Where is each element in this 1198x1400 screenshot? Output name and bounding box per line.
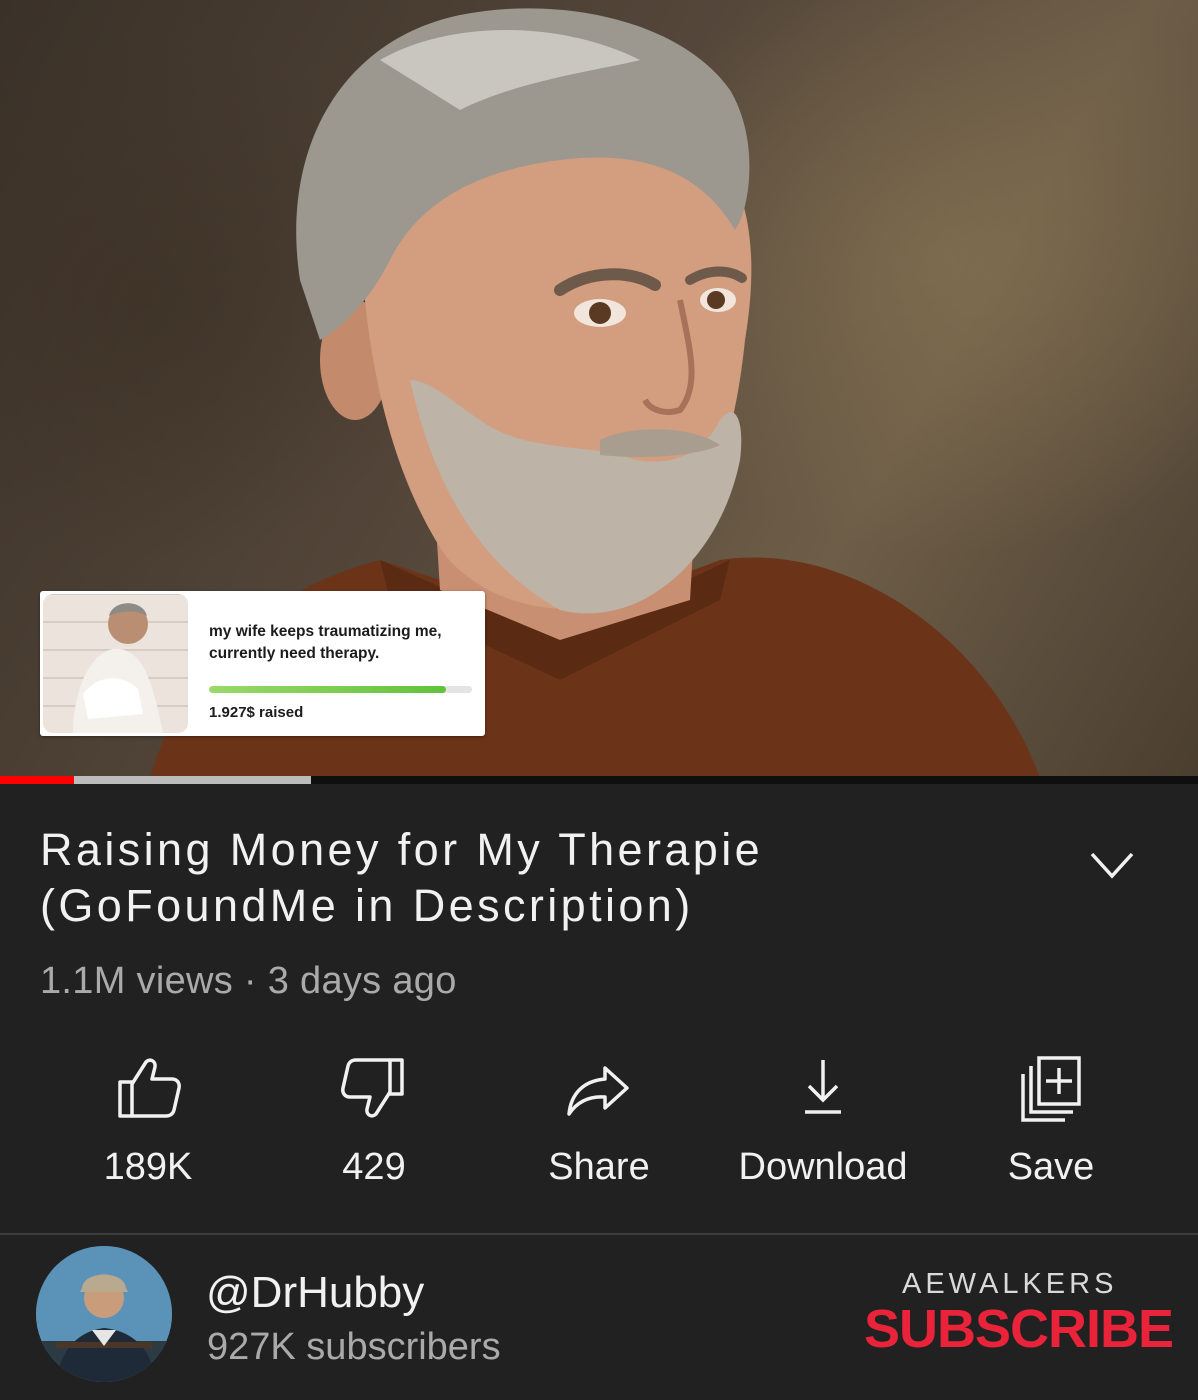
fundraiser-overlay-card[interactable]: my wife keeps traumatizing me, currently… <box>40 591 485 736</box>
download-label: Download <box>738 1146 908 1188</box>
channel-name[interactable]: @DrHubby <box>206 1268 424 1318</box>
fundraiser-progress-bar <box>209 686 472 693</box>
save-button[interactable]: Save <box>946 1048 1156 1198</box>
add-to-playlist-icon <box>1021 1056 1081 1122</box>
avatar-photo <box>36 1246 172 1382</box>
share-label: Share <box>548 1146 650 1188</box>
save-label: Save <box>1007 1146 1095 1188</box>
video-player[interactable]: my wife keeps traumatizing me, currently… <box>0 0 1198 778</box>
video-title[interactable]: Raising Money for My Therapie (GoFoundMe… <box>40 822 1060 934</box>
subscriber-count: 927K subscribers <box>207 1326 501 1368</box>
video-meta: 1.1M views · 3 days ago <box>40 960 457 1002</box>
video-progress-bar[interactable] <box>0 776 1198 784</box>
subscribe-button[interactable]: SUBSCRIBE <box>864 1298 1174 1360</box>
divider <box>0 1233 1198 1235</box>
channel-avatar[interactable] <box>36 1246 172 1382</box>
progress-played <box>0 776 75 784</box>
thumb-down-icon <box>341 1058 404 1118</box>
action-bar: 189K 429 Share Download Save <box>0 1048 1198 1198</box>
fundraiser-progress-fill <box>209 686 446 693</box>
download-icon <box>805 1060 841 1114</box>
watermark-text: AEWALKERS <box>902 1268 1118 1300</box>
dislike-count: 429 <box>342 1146 406 1188</box>
like-button[interactable]: 189K <box>43 1048 253 1198</box>
dislike-button[interactable]: 429 <box>269 1048 479 1198</box>
overlay-thumbnail <box>43 594 188 733</box>
thumb-up-icon <box>118 1058 181 1118</box>
share-icon <box>567 1066 629 1116</box>
amount-raised: 1.927$ raised <box>209 704 304 721</box>
download-button[interactable]: Download <box>718 1048 928 1198</box>
chevron-down-icon[interactable] <box>1088 848 1136 884</box>
like-count: 189K <box>103 1146 193 1188</box>
share-button[interactable]: Share <box>494 1048 704 1198</box>
overlay-caption: my wife keeps traumatizing me, currently… <box>209 623 442 662</box>
